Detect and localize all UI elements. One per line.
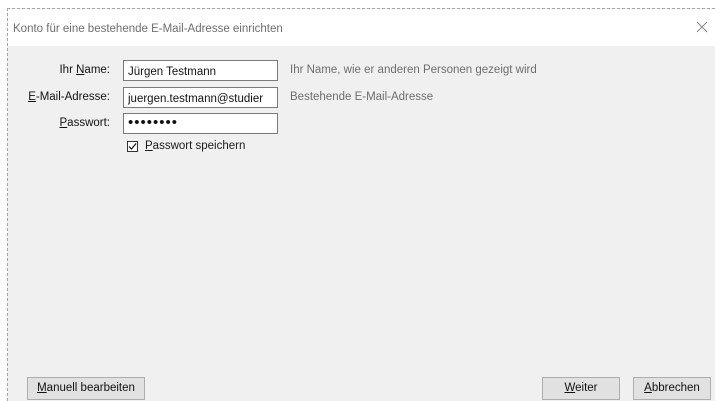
name-label-text-pre: Ihr xyxy=(59,64,77,76)
manual-mnemonic: M xyxy=(37,382,47,394)
cancel-mnemonic: A xyxy=(644,382,652,394)
close-icon[interactable] xyxy=(694,19,710,35)
email-label: E-Mail-Adresse: xyxy=(28,91,110,103)
checkmark-icon xyxy=(128,143,137,150)
dialog-window: Konto für eine bestehende E-Mail-Adresse… xyxy=(7,8,715,401)
title-bar: Konto für eine bestehende E-Mail-Adresse… xyxy=(8,9,715,46)
save-password-text: asswort speichern xyxy=(152,140,246,152)
manual-text: anuell bearbeiten xyxy=(46,382,135,394)
dialog-content: Ihr Name: Ihr Name, wie er anderen Perso… xyxy=(8,46,715,401)
checkbox-box[interactable] xyxy=(127,141,138,152)
email-field[interactable] xyxy=(123,87,278,108)
next-text: eiter xyxy=(575,382,598,394)
window-title: Konto für eine bestehende E-Mail-Adresse… xyxy=(13,23,283,35)
save-password-label[interactable]: Passwort speichern xyxy=(145,140,245,152)
next-mnemonic: W xyxy=(564,382,576,394)
password-field[interactable]: •••••••• xyxy=(123,113,278,134)
email-hint: Bestehende E-Mail-Adresse xyxy=(290,91,434,103)
name-hint: Ihr Name, wie er anderen Personen gezeig… xyxy=(290,64,537,76)
email-label-text: -Mail-Adresse: xyxy=(35,91,110,103)
next-button[interactable]: Weiter xyxy=(542,377,620,400)
email-label-mnemonic: E xyxy=(28,91,36,103)
name-label: Ihr Name: xyxy=(59,64,110,76)
password-label: Passwort: xyxy=(60,117,111,129)
cancel-button[interactable]: Abbrechen xyxy=(633,377,711,400)
save-password-mnemonic: P xyxy=(145,140,153,152)
manual-edit-button[interactable]: Manuell bearbeiten xyxy=(27,377,145,400)
name-field[interactable] xyxy=(123,60,278,81)
password-value: •••••••• xyxy=(128,114,179,131)
cancel-text: bbrechen xyxy=(651,382,700,394)
name-label-text-post: ame: xyxy=(84,64,110,76)
password-label-text: asswort: xyxy=(67,117,110,129)
